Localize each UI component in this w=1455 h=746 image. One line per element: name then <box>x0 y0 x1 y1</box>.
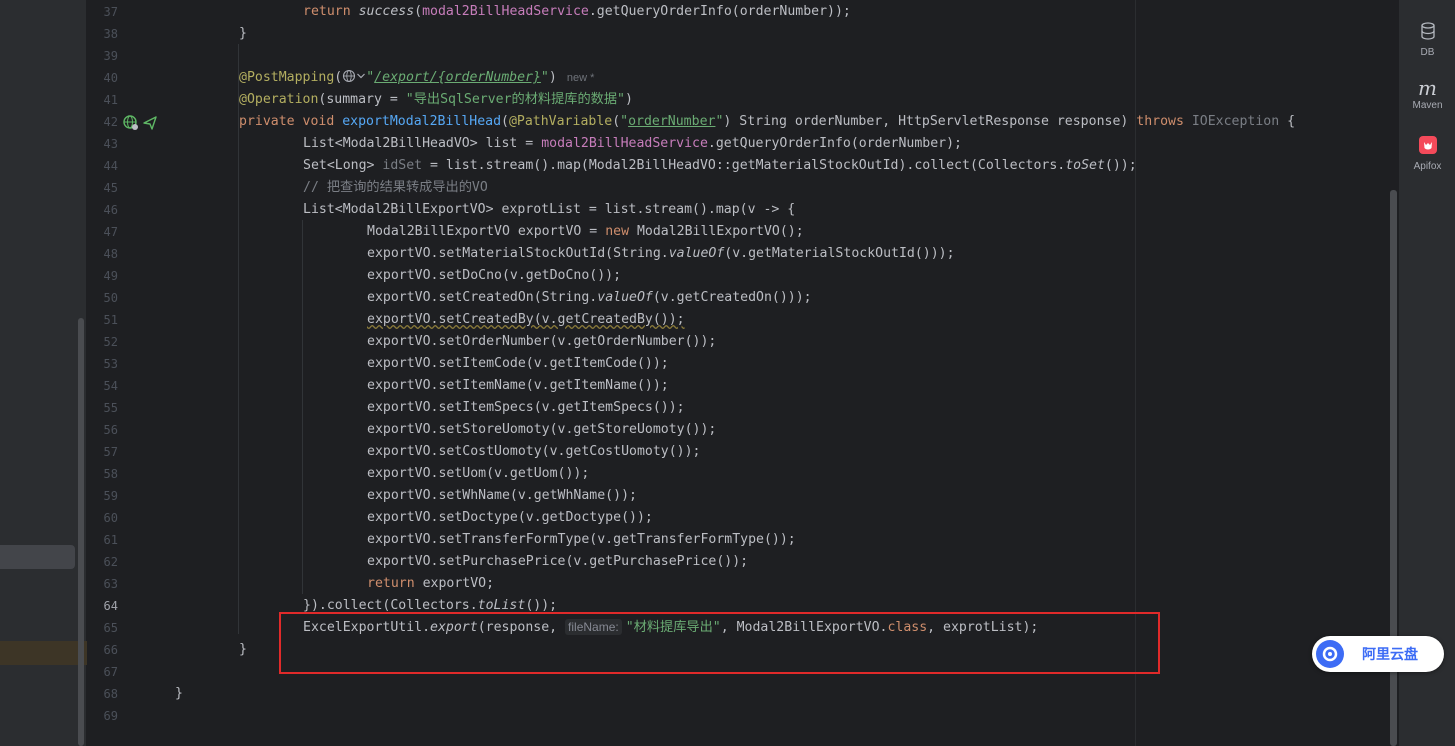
line-number: 65 <box>103 621 118 635</box>
right-tool-strip[interactable]: DB m Maven Apifox <box>1398 0 1455 746</box>
project-tree-highlighted-row[interactable] <box>0 641 87 665</box>
line-number: 56 <box>103 423 118 437</box>
code-line-56: exportVO.setStoreUomoty(v.getStoreUomoty… <box>367 422 717 437</box>
code-line-51: exportVO.setCreatedBy(v.getCreatedBy()); <box>367 312 685 327</box>
red-annotation-box <box>279 612 1160 674</box>
project-tree-selected-row[interactable] <box>0 545 75 569</box>
line-number: 63 <box>103 577 118 591</box>
code-line-66: } <box>239 642 247 657</box>
line-number: 61 <box>103 533 118 547</box>
line-number: 53 <box>103 357 118 371</box>
code-line-58: exportVO.setUom(v.getUom()); <box>367 466 590 481</box>
line-number: 41 <box>103 93 118 107</box>
globe-icon[interactable] <box>342 69 356 83</box>
code-line-48: exportVO.setMaterialStockOutId(String.va… <box>367 246 955 261</box>
code-line-47: Modal2BillExportVO exportVO = new Modal2… <box>367 224 804 239</box>
db-tool-label: DB <box>1420 47 1435 58</box>
project-panel-scrollbar[interactable] <box>78 318 84 746</box>
line-number: 64 <box>103 599 118 613</box>
code-line-37: return success(modal2BillHeadService.get… <box>303 4 851 19</box>
code-line-44: Set<Long> idSet = list.stream().map(Moda… <box>303 158 1137 173</box>
line-number: 66 <box>103 643 118 657</box>
line-number: 55 <box>103 401 118 415</box>
database-icon <box>1420 22 1435 40</box>
code-line-53: exportVO.setItemCode(v.getItemCode()); <box>367 356 669 371</box>
line-number: 51 <box>103 313 118 327</box>
code-line-46: List<Modal2BillExportVO> exprotList = li… <box>303 202 796 217</box>
line-number: 62 <box>103 555 118 569</box>
line-number: 40 <box>103 71 118 85</box>
line-number: 58 <box>103 467 118 481</box>
maven-icon: m <box>1418 76 1437 100</box>
line-number-gutter[interactable]: 37 38 39 40 41 42 43 44 45 46 47 48 49 5… <box>88 0 194 746</box>
db-tool-button[interactable]: DB <box>1399 22 1455 58</box>
aliyun-drive-logo-icon <box>1316 640 1344 668</box>
line-number: 39 <box>103 49 118 63</box>
code-line-57: exportVO.setCostUomoty(v.getCostUomoty()… <box>367 444 701 459</box>
apifox-icon <box>1418 136 1437 154</box>
endpoint-globe-icon[interactable] <box>123 115 139 131</box>
aliyun-drive-widget[interactable]: 阿里云盘 <box>1312 636 1444 672</box>
send-request-icon[interactable] <box>142 115 158 131</box>
line-number: 59 <box>103 489 118 503</box>
code-line-60: exportVO.setDoctype(v.getDoctype()); <box>367 510 653 525</box>
line-number: 46 <box>103 203 118 217</box>
maven-tool-label: Maven <box>1412 100 1443 111</box>
code-line-41: @Operation(summary = "导出SqlServer的材料提库的数… <box>239 92 633 107</box>
line-number: 47 <box>103 225 118 239</box>
line-number: 57 <box>103 445 118 459</box>
line-number: 52 <box>103 335 118 349</box>
code-line-49: exportVO.setDoCno(v.getDoCno()); <box>367 268 622 283</box>
line-number: 60 <box>103 511 118 525</box>
chevron-down-icon[interactable] <box>356 71 366 81</box>
new-author-hint[interactable]: new * <box>567 72 595 84</box>
code-line-59: exportVO.setWhName(v.getWhName()); <box>367 488 637 503</box>
code-line-40: @PostMapping("/export/{orderNumber}") new… <box>239 69 595 85</box>
line-number: 37 <box>103 5 118 19</box>
line-number: 49 <box>103 269 118 283</box>
line-number: 45 <box>103 181 118 195</box>
code-line-54: exportVO.setItemName(v.getItemName()); <box>367 378 669 393</box>
code-line-45: // 把查询的结果转成导出的VO <box>303 180 488 195</box>
code-line-55: exportVO.setItemSpecs(v.getItemSpecs()); <box>367 400 685 415</box>
maven-tool-button[interactable]: m Maven <box>1399 78 1455 111</box>
code-line-63: return exportVO; <box>367 576 495 591</box>
code-line-61: exportVO.setTransferFormType(v.getTransf… <box>367 532 796 547</box>
line-number: 50 <box>103 291 118 305</box>
line-number: 68 <box>103 687 118 701</box>
line-number: 42 <box>103 115 118 129</box>
line-number: 48 <box>103 247 118 261</box>
code-line-38: } <box>239 26 247 41</box>
code-line-52: exportVO.setOrderNumber(v.getOrderNumber… <box>367 334 717 349</box>
aliyun-drive-label: 阿里云盘 <box>1362 646 1418 662</box>
code-line-42: private void exportModal2BillHead(@PathV… <box>239 114 1296 129</box>
line-number: 54 <box>103 379 118 393</box>
code-line-62: exportVO.setPurchasePrice(v.getPurchaseP… <box>367 554 749 569</box>
line-number: 69 <box>103 709 118 723</box>
code-line-43: List<Modal2BillHeadVO> list = modal2Bill… <box>303 136 962 151</box>
line-number: 43 <box>103 137 118 151</box>
line-number: 44 <box>103 159 118 173</box>
apifox-tool-label: Apifox <box>1413 161 1442 172</box>
apifox-tool-button[interactable]: Apifox <box>1399 136 1455 172</box>
code-line-68: } <box>175 686 183 701</box>
line-number: 38 <box>103 27 118 41</box>
code-line-50: exportVO.setCreatedOn(String.valueOf(v.g… <box>367 290 812 305</box>
project-panel[interactable] <box>0 0 87 746</box>
line-number: 67 <box>103 665 118 679</box>
